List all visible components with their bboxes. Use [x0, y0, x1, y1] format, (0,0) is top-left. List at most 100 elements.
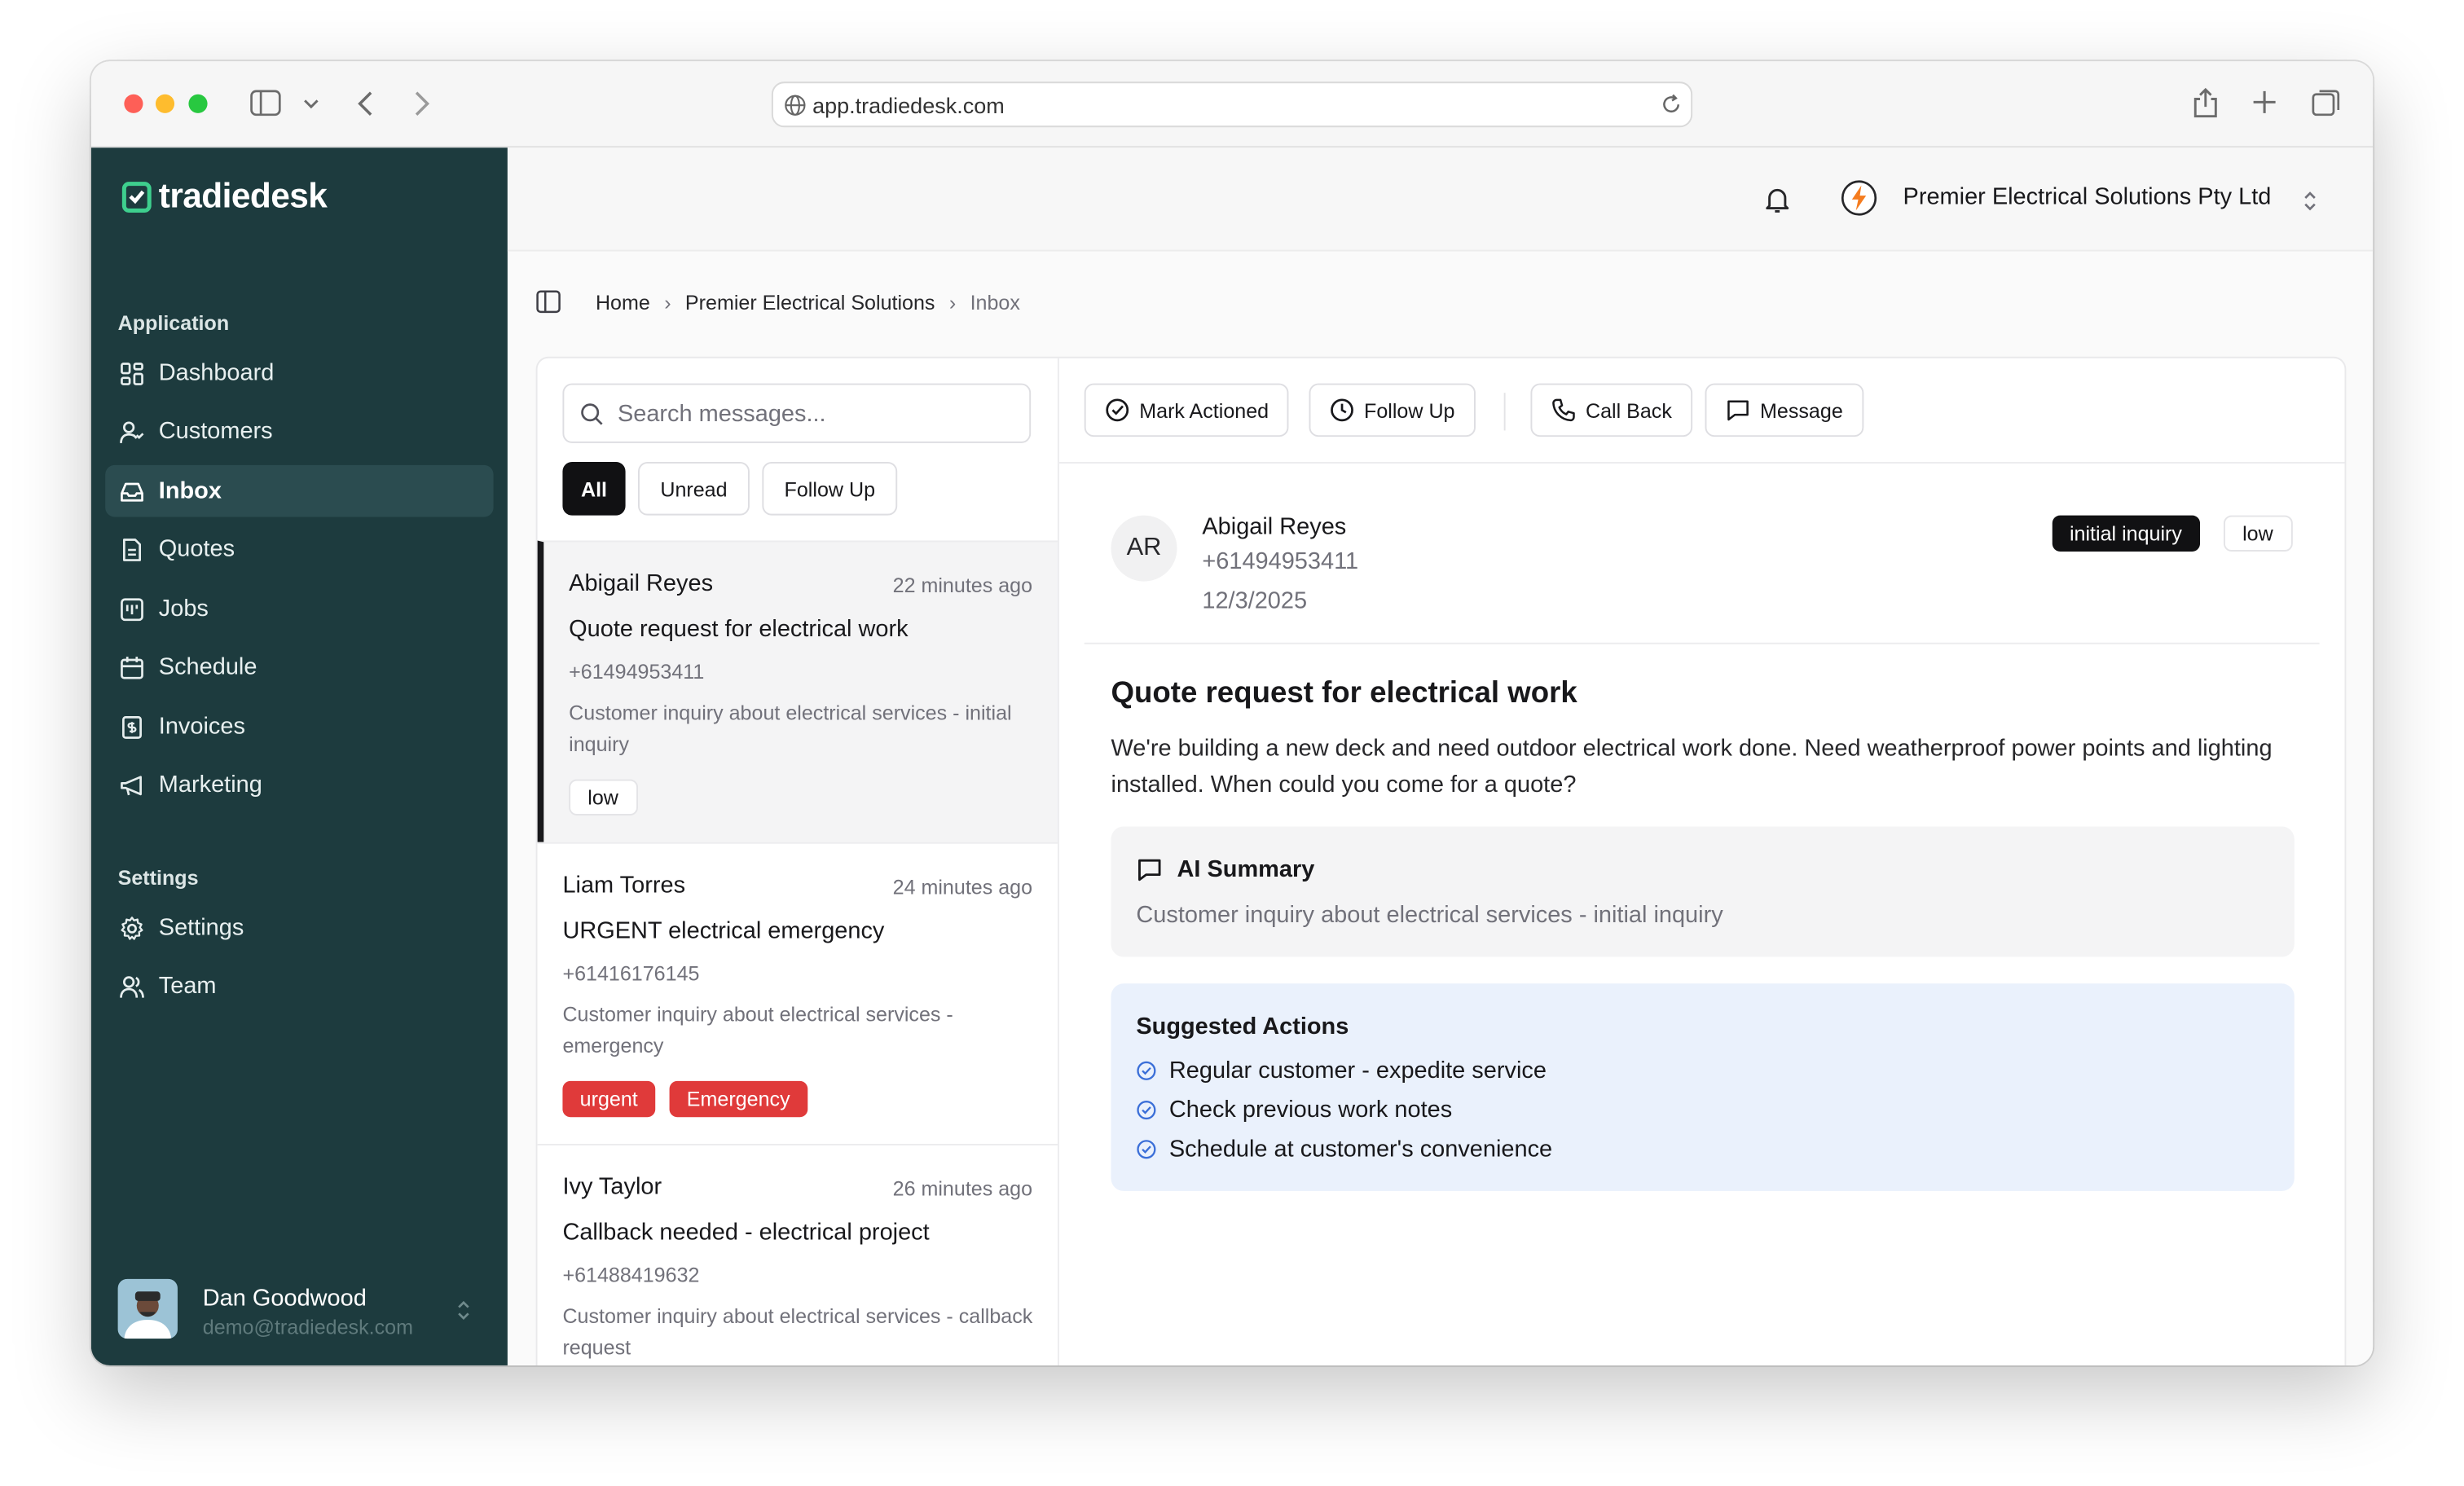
- sidebar-item-label: Marketing: [158, 771, 262, 798]
- check-circle-icon: [1137, 1061, 1156, 1080]
- company-logo-icon: [1841, 180, 1877, 216]
- share-icon[interactable]: [2192, 86, 2219, 120]
- panel-toggle-icon[interactable]: [536, 289, 561, 314]
- new-tab-icon[interactable]: [2252, 90, 2277, 115]
- globe-icon: [785, 95, 806, 116]
- check-circle-icon: [1137, 1140, 1156, 1159]
- follow-up-label: Follow Up: [1364, 398, 1455, 422]
- message-time: 26 minutes ago: [892, 1176, 1033, 1201]
- message-item-selected[interactable]: Abigail Reyes 22 minutes ago Quote reque…: [537, 540, 1058, 842]
- sidebar: tradiedesk Application Dashboard Custome…: [90, 147, 508, 1365]
- main-area: Premier Electrical Solutions Pty Ltd Hom…: [507, 147, 2374, 1365]
- user-menu[interactable]: Dan Goodwood demo@tradiedesk.com: [117, 1278, 480, 1342]
- message-sender: Ivy Taylor: [562, 1173, 662, 1201]
- contact-phone: +61494953411: [1202, 548, 1359, 575]
- maximize-window-button[interactable]: [188, 94, 208, 113]
- reload-icon[interactable]: [1660, 93, 1683, 117]
- calendar-icon: [121, 656, 143, 679]
- inbox-icon: [121, 481, 143, 501]
- search-placeholder: Search messages...: [617, 400, 826, 428]
- user-email: demo@tradiedesk.com: [202, 1315, 413, 1339]
- sidebar-item-invoices[interactable]: Invoices: [105, 701, 493, 753]
- breadcrumb-separator-icon: ›: [664, 289, 671, 314]
- search-input[interactable]: Search messages...: [562, 383, 1032, 443]
- bell-icon[interactable]: [1765, 186, 1790, 214]
- detail-divider: [1084, 642, 2320, 644]
- filter-unread[interactable]: Unread: [638, 462, 750, 516]
- breadcrumb-home[interactable]: Home: [596, 290, 650, 314]
- address-bar[interactable]: app.tradiedesk.com: [771, 81, 1693, 128]
- detail-toolbar: Mark Actioned Follow Up Call Back Messag…: [1058, 358, 2345, 464]
- filter-all[interactable]: All: [562, 462, 626, 516]
- sidebar-item-label: Jobs: [158, 595, 209, 622]
- filter-follow-up[interactable]: Follow Up: [762, 462, 898, 516]
- sidebar-item-jobs[interactable]: Jobs: [105, 583, 493, 635]
- urgent-tag: urgent: [562, 1080, 655, 1118]
- message-preview: Customer inquiry about electrical servic…: [562, 1002, 953, 1057]
- message-item[interactable]: Liam Torres 24 minutes ago URGENT electr…: [537, 842, 1058, 1145]
- ai-summary-card: AI Summary Customer inquiry about electr…: [1111, 826, 2295, 957]
- minimize-window-button[interactable]: [155, 94, 175, 113]
- app-logo[interactable]: tradiedesk: [121, 176, 328, 217]
- close-window-button[interactable]: [124, 94, 143, 113]
- message-time: 24 minutes ago: [892, 875, 1033, 899]
- url-text: app.tradiedesk.com: [812, 92, 1005, 118]
- chevron-down-icon[interactable]: [303, 98, 319, 110]
- sidebar-item-label: Schedule: [158, 653, 257, 681]
- sidebar-item-label: Quotes: [158, 535, 235, 563]
- invoice-icon: [122, 715, 142, 738]
- logo-text: tradiedesk: [158, 176, 328, 216]
- team-icon: [120, 975, 144, 997]
- customers-icon: [120, 420, 144, 442]
- emergency-tag: Emergency: [669, 1080, 807, 1118]
- sidebar-item-label: Settings: [158, 914, 244, 942]
- message-phone: +61494953411: [569, 660, 705, 684]
- gear-icon: [121, 916, 143, 939]
- message-list: Search messages... All Unread Follow Up …: [537, 358, 1059, 1365]
- sidebar-item-dashboard[interactable]: Dashboard: [105, 347, 493, 399]
- suggested-action-item: Check previous work notes: [1136, 1097, 1452, 1123]
- logo-check-icon: [121, 182, 152, 213]
- toolbar-divider: [1503, 393, 1506, 431]
- breadcrumb-org[interactable]: Premier Electrical Solutions: [685, 290, 935, 314]
- sidebar-item-inbox[interactable]: Inbox: [105, 464, 494, 517]
- sidebar-item-team[interactable]: Team: [105, 960, 493, 1012]
- sidebar-item-marketing[interactable]: Marketing: [105, 759, 493, 811]
- breadcrumb-current: Inbox: [970, 289, 1020, 314]
- suggested-actions-card: Suggested Actions Regular customer - exp…: [1111, 983, 2295, 1191]
- sidebar-item-settings[interactable]: Settings: [105, 902, 493, 954]
- back-icon[interactable]: [355, 90, 374, 118]
- chevron-up-down-icon: [458, 1300, 469, 1321]
- message-label: Message: [1760, 398, 1843, 422]
- mark-actioned-button[interactable]: Mark Actioned: [1084, 383, 1290, 437]
- message-item[interactable]: Ivy Taylor 26 minutes ago Callback neede…: [537, 1144, 1058, 1365]
- sidebar-item-customers[interactable]: Customers: [105, 406, 493, 458]
- chevron-up-down-icon[interactable]: [2302, 190, 2317, 212]
- follow-up-button[interactable]: Follow Up: [1309, 383, 1476, 437]
- inbox-panel: Search messages... All Unread Follow Up …: [535, 356, 2347, 1365]
- message-sender: Liam Torres: [562, 872, 686, 899]
- settings-section-label: Settings: [117, 865, 199, 890]
- message-detail: Mark Actioned Follow Up Call Back Messag…: [1058, 358, 2345, 1365]
- tab-overview-icon[interactable]: [2312, 88, 2342, 118]
- breadcrumb-separator-icon: ›: [948, 289, 957, 314]
- message-subject: Callback needed - electrical project: [562, 1219, 930, 1246]
- message-button[interactable]: Message: [1705, 383, 1863, 437]
- message-subject: Quote request for electrical work: [569, 616, 909, 643]
- suggested-action-text: Check previous work notes: [1168, 1097, 1453, 1123]
- company-name[interactable]: Premier Electrical Solutions Pty Ltd: [1903, 184, 2272, 211]
- suggested-action-text: Regular customer - expedite service: [1168, 1057, 1547, 1084]
- sidebar-toggle-icon[interactable]: [250, 90, 282, 117]
- user-name: Dan Goodwood: [202, 1285, 367, 1312]
- detail-subject: Quote request for electrical work: [1111, 677, 1577, 710]
- sidebar-item-quotes[interactable]: Quotes: [105, 523, 493, 575]
- browser-window: app.tradiedesk.com tradiedesk Applicatio…: [90, 61, 2374, 1365]
- dashboard-icon: [121, 362, 143, 385]
- message-time: 22 minutes ago: [892, 573, 1033, 597]
- message-phone: +61488419632: [562, 1263, 700, 1287]
- call-back-button[interactable]: Call Back: [1530, 383, 1692, 437]
- check-circle-icon: [1137, 1101, 1156, 1120]
- sidebar-item-label: Team: [158, 972, 217, 1000]
- forward-icon[interactable]: [413, 90, 432, 118]
- sidebar-item-schedule[interactable]: Schedule: [105, 641, 493, 693]
